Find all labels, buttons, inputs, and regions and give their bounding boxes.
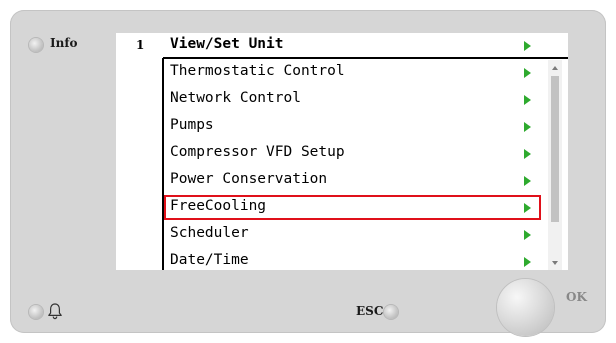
triangle-right-icon	[524, 257, 531, 267]
scrollbar-thumb[interactable]	[551, 76, 559, 222]
menu-item-label: Power Conservation	[170, 171, 328, 187]
column-divider	[162, 58, 164, 270]
scrollbar[interactable]	[548, 60, 562, 270]
info-led-button[interactable]	[29, 38, 43, 52]
triangle-right-icon	[524, 122, 531, 132]
esc-label: ESC	[356, 304, 384, 318]
menu-item-power-conservation[interactable]: Power Conservation	[168, 168, 540, 195]
triangle-right-icon	[524, 95, 531, 105]
triangle-right-icon	[524, 230, 531, 240]
menu-item-scheduler[interactable]: Scheduler	[168, 222, 540, 249]
menu-item-label: Compressor VFD Setup	[170, 144, 345, 160]
menu-item-label: Network Control	[170, 90, 301, 106]
menu-header-label: View/Set Unit	[170, 36, 284, 52]
triangle-right-icon	[524, 149, 531, 159]
triangle-right-icon	[524, 41, 531, 51]
menu-item-pumps[interactable]: Pumps	[168, 114, 540, 141]
menu-item-label: Thermostatic Control	[170, 63, 345, 79]
info-label: Info	[50, 36, 78, 50]
menu-item-label: Date/Time	[170, 252, 249, 268]
menu-item-label: Scheduler	[170, 225, 249, 241]
triangle-right-icon	[524, 176, 531, 186]
menu-item-compressor-vfd-setup[interactable]: Compressor VFD Setup	[168, 141, 540, 168]
triangle-right-icon	[524, 68, 531, 78]
chevron-down-icon[interactable]	[552, 261, 558, 265]
ok-label: OK	[566, 290, 587, 304]
esc-button[interactable]	[384, 305, 398, 319]
menu-item-label: Pumps	[170, 117, 214, 133]
display-screen: 1 View/Set Unit Thermostatic Control Net…	[116, 33, 568, 270]
menu-item-network-control[interactable]: Network Control	[168, 87, 540, 114]
ok-knob[interactable]	[497, 279, 554, 336]
page-number: 1	[136, 38, 145, 52]
menu-item-date-time[interactable]: Date/Time	[168, 249, 540, 270]
menu-item-thermostatic-control[interactable]: Thermostatic Control	[168, 60, 540, 87]
menu-header-view-set-unit[interactable]: View/Set Unit	[168, 33, 540, 60]
alarm-led-button[interactable]	[29, 305, 43, 319]
selection-highlight	[164, 195, 541, 220]
chevron-up-icon[interactable]	[552, 66, 558, 70]
bell-icon	[48, 303, 62, 320]
